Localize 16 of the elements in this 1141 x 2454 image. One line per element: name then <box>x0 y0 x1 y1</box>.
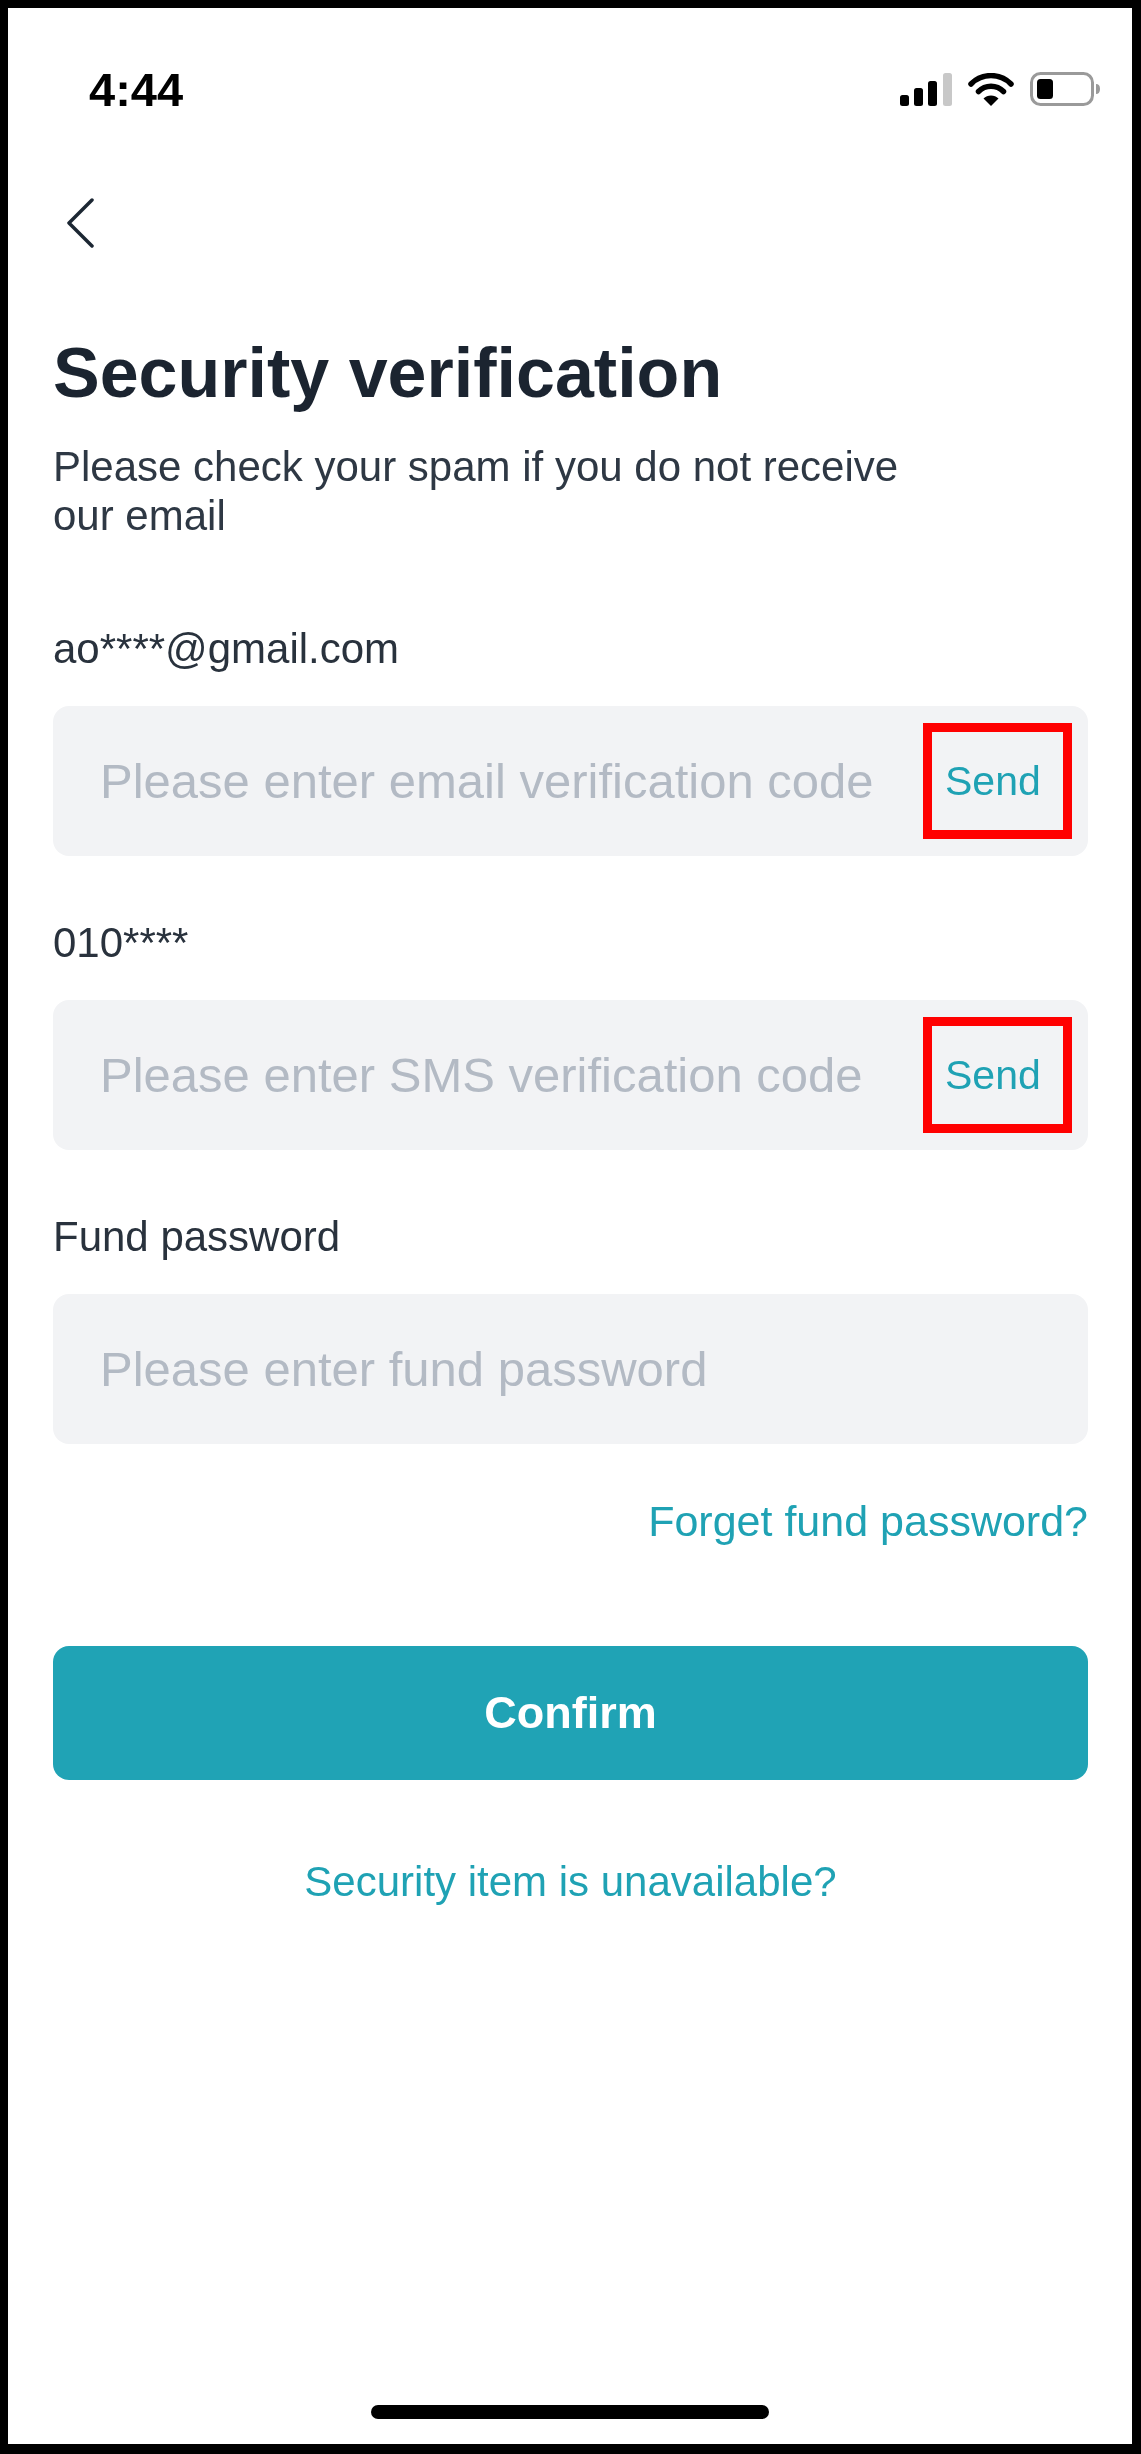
confirm-button[interactable]: Confirm <box>53 1646 1088 1780</box>
field-label: ao****@gmail.com <box>53 624 400 674</box>
instruction-text: Please check your spam if you do not receive our email <box>53 442 900 540</box>
back-icon[interactable] <box>65 198 95 248</box>
signal-icon <box>900 72 952 106</box>
password-input-field[interactable]: Please enter fund password <box>53 1294 1088 1444</box>
status-time: 4:44 <box>89 65 184 113</box>
send-button[interactable]: Send <box>945 756 1041 806</box>
page-title: Security verification <box>53 333 724 413</box>
battery-icon <box>1030 72 1100 106</box>
forgot-password-link[interactable]: Forget fund password? <box>648 1496 1088 1546</box>
send-button[interactable]: Send <box>945 1050 1041 1100</box>
field-label: Fund password <box>53 1212 341 1262</box>
field-label: 010**** <box>53 918 189 968</box>
security-unavailable-link[interactable]: Security item is unavailable? <box>304 1857 837 1907</box>
wifi-icon <box>968 72 1014 106</box>
